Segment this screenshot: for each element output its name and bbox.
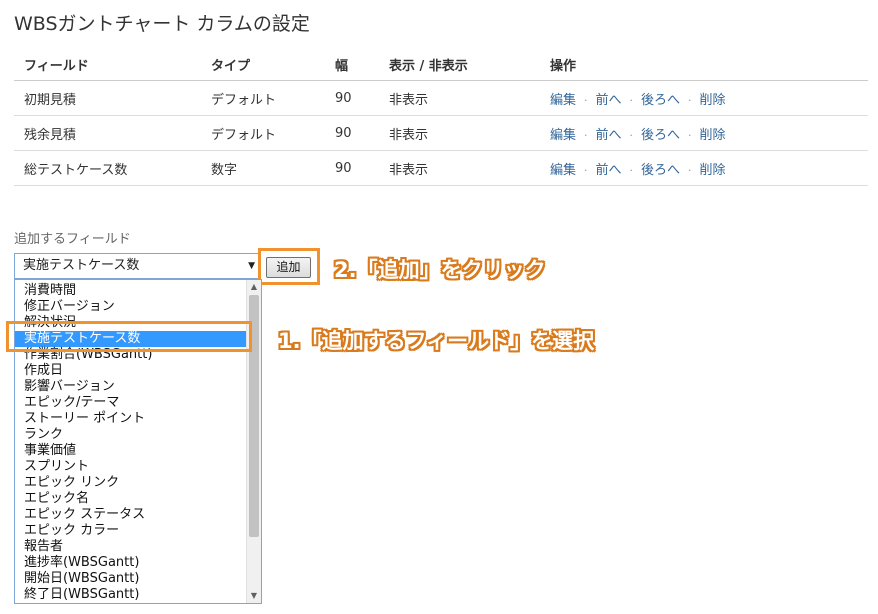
header-type: タイプ bbox=[211, 48, 335, 81]
action-separator: · bbox=[629, 128, 634, 142]
field-name: 初期見積 bbox=[14, 80, 211, 116]
dropdown-option[interactable]: スプリント bbox=[15, 459, 247, 475]
dropdown-option[interactable]: エピック名 bbox=[15, 491, 247, 507]
dropdown-option[interactable]: エピック ステータス bbox=[15, 507, 247, 523]
dropdown-option[interactable]: 影響バージョン bbox=[15, 379, 247, 395]
annotation-step2: 2.「追加」をクリック bbox=[334, 258, 546, 282]
move-next-link[interactable]: 後ろへ bbox=[641, 93, 680, 108]
dropdown-option[interactable]: エピック リンク bbox=[15, 475, 247, 491]
row-actions: 編集 · 前へ · 後ろへ · 削除 bbox=[550, 150, 868, 186]
dropdown-option[interactable]: エピック カラー bbox=[15, 523, 247, 539]
scroll-down-arrow-icon[interactable]: ▼ bbox=[247, 589, 261, 603]
dropdown-option[interactable]: 事業価値 bbox=[15, 443, 247, 459]
action-separator: · bbox=[584, 128, 588, 142]
add-field-label: 追加するフィールド bbox=[14, 232, 131, 247]
action-separator: · bbox=[688, 163, 692, 177]
action-separator: · bbox=[629, 93, 634, 107]
action-separator: · bbox=[629, 163, 634, 177]
row-actions: 編集 · 前へ · 後ろへ · 削除 bbox=[550, 80, 868, 116]
dropdown-option[interactable]: エピック/テーマ bbox=[15, 395, 247, 411]
move-prev-link[interactable]: 前へ bbox=[596, 93, 622, 108]
field-visibility: 非表示 bbox=[389, 150, 550, 186]
move-prev-link[interactable]: 前へ bbox=[596, 128, 622, 143]
dropdown-option[interactable]: 消費時間 bbox=[15, 283, 247, 299]
scroll-up-arrow-icon[interactable]: ▲ bbox=[247, 280, 261, 294]
table-row: 総テストケース数 数字 90 非表示 編集 · 前へ · 後ろへ · 削除 bbox=[14, 150, 868, 186]
edit-link[interactable]: 編集 bbox=[550, 163, 576, 178]
dropdown-option[interactable]: 修正バージョン bbox=[15, 299, 247, 315]
delete-link[interactable]: 削除 bbox=[700, 128, 726, 143]
field-width: 90 bbox=[335, 80, 389, 116]
field-name: 総テストケース数 bbox=[14, 150, 211, 186]
dropdown-option[interactable]: 作成日 bbox=[15, 363, 247, 379]
move-next-link[interactable]: 後ろへ bbox=[641, 128, 680, 143]
dropdown-option[interactable]: 進捗率(WBSGantt) bbox=[15, 555, 247, 571]
edit-link[interactable]: 編集 bbox=[550, 128, 576, 143]
row-actions: 編集 · 前へ · 後ろへ · 削除 bbox=[550, 115, 868, 151]
header-width: 幅 bbox=[335, 48, 389, 81]
chevron-down-icon[interactable]: ▼ bbox=[248, 254, 255, 278]
table-row: 残余見積 デフォルト 90 非表示 編集 · 前へ · 後ろへ · 削除 bbox=[14, 115, 868, 151]
table-row: 初期見積 デフォルト 90 非表示 編集 · 前へ · 後ろへ · 削除 bbox=[14, 80, 868, 116]
header-field: フィールド bbox=[14, 48, 211, 81]
dropdown-option[interactable]: ランク bbox=[15, 427, 247, 443]
columns-table: フィールド タイプ 幅 表示 / 非表示 操作 初期見積 デフォルト 90 非表… bbox=[14, 48, 868, 186]
dropdown-option[interactable]: 報告者 bbox=[15, 539, 247, 555]
page-title: WBSガントチャート カラムの設定 bbox=[14, 13, 310, 35]
action-separator: · bbox=[584, 163, 588, 177]
field-width: 90 bbox=[335, 150, 389, 186]
header-visibility: 表示 / 非表示 bbox=[389, 48, 550, 81]
field-type: デフォルト bbox=[211, 115, 335, 151]
dropdown-option[interactable]: ストーリー ポイント bbox=[15, 411, 247, 427]
field-select-value: 実施テストケース数 bbox=[23, 258, 140, 273]
field-width: 90 bbox=[335, 115, 389, 151]
header-actions: 操作 bbox=[550, 48, 868, 81]
annotation-step1: 1.「追加するフィールド」を選択 bbox=[278, 329, 595, 353]
field-type: 数字 bbox=[211, 150, 335, 186]
action-separator: · bbox=[688, 93, 692, 107]
field-type: デフォルト bbox=[211, 80, 335, 116]
dropdown-option[interactable]: 終了日(WBSGantt) bbox=[15, 587, 247, 603]
table-header-row: フィールド タイプ 幅 表示 / 非表示 操作 bbox=[14, 48, 868, 81]
move-prev-link[interactable]: 前へ bbox=[596, 163, 622, 178]
dropdown-option[interactable]: 開始日(WBSGantt) bbox=[15, 571, 247, 587]
field-visibility: 非表示 bbox=[389, 80, 550, 116]
action-separator: · bbox=[688, 128, 692, 142]
delete-link[interactable]: 削除 bbox=[700, 163, 726, 178]
field-select[interactable]: 実施テストケース数 ▼ bbox=[14, 253, 259, 279]
selection-highlight bbox=[6, 321, 252, 352]
add-button-highlight bbox=[258, 248, 320, 285]
edit-link[interactable]: 編集 bbox=[550, 93, 576, 108]
action-separator: · bbox=[584, 93, 588, 107]
move-next-link[interactable]: 後ろへ bbox=[641, 163, 680, 178]
field-visibility: 非表示 bbox=[389, 115, 550, 151]
field-name: 残余見積 bbox=[14, 115, 211, 151]
delete-link[interactable]: 削除 bbox=[700, 93, 726, 108]
